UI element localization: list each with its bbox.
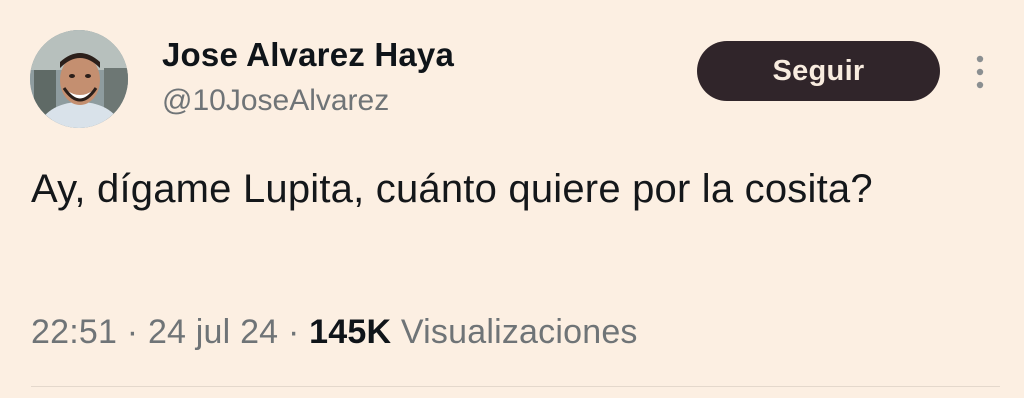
tweet-text: Ay, dígame Lupita, cuánto quiere por la … [31, 167, 873, 211]
more-vertical-icon [976, 55, 984, 89]
meta-separator: · [287, 313, 300, 351]
views-label: Visualizaciones [400, 313, 638, 351]
views-count[interactable]: 145K [309, 313, 391, 351]
follow-button[interactable]: Seguir [697, 41, 940, 101]
author-handle[interactable]: @10JoseAlvarez [162, 84, 389, 118]
author-name[interactable]: Jose Alvarez Haya [162, 36, 454, 74]
avatar-photo [30, 30, 128, 128]
tweet-card: Jose Alvarez Haya @10JoseAlvarez Seguir … [0, 0, 1024, 398]
tweet-date[interactable]: 24 jul 24 [148, 313, 278, 351]
more-options-button[interactable] [966, 52, 994, 92]
author-avatar[interactable] [30, 30, 128, 128]
divider [31, 386, 1000, 387]
meta-separator: · [126, 313, 139, 351]
tweet-metadata: 22:51 · 24 jul 24 · 145K Visualizaciones [31, 313, 638, 352]
tweet-time[interactable]: 22:51 [31, 313, 117, 351]
